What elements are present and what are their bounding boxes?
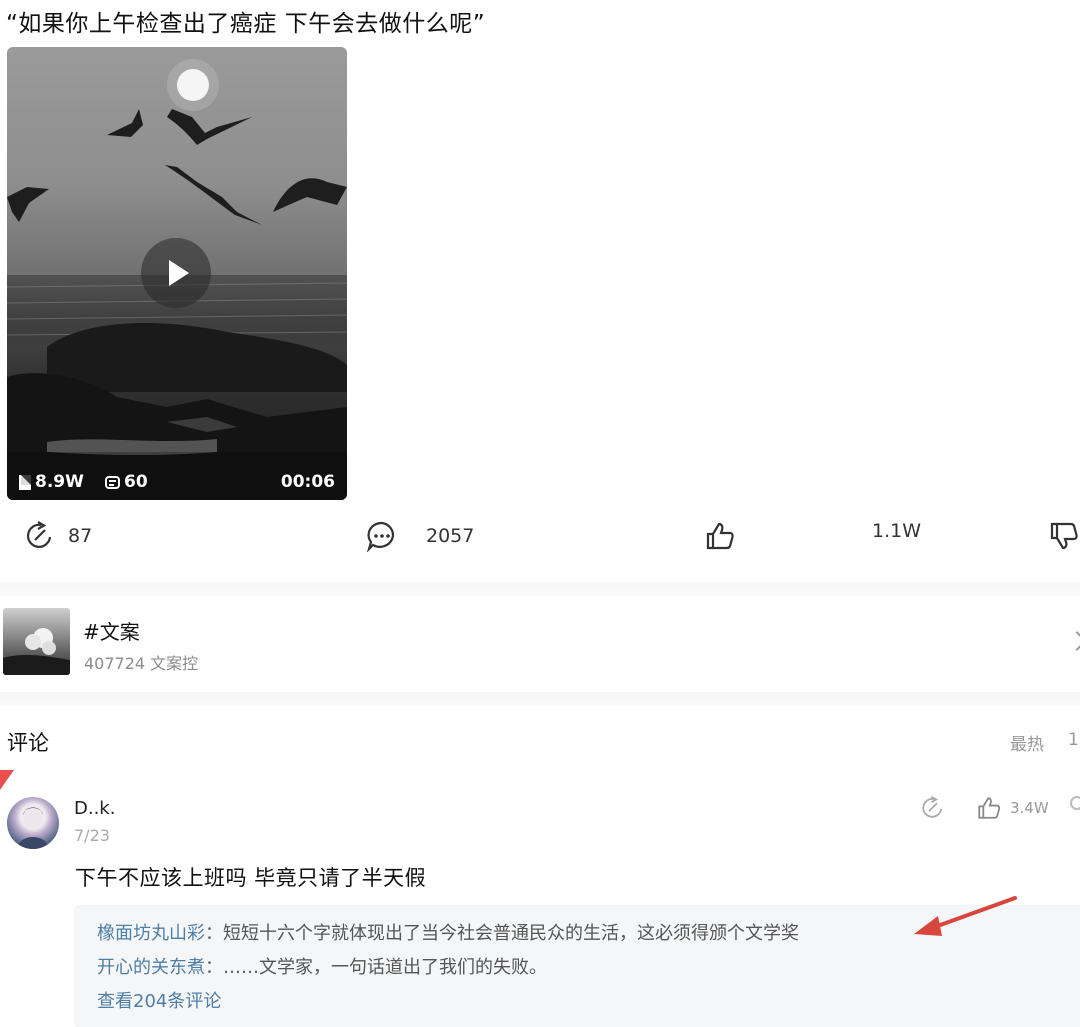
video-duration: 00:06: [280, 472, 335, 492]
annotation-arrow: [914, 896, 1017, 936]
comment-icon: [366, 521, 394, 552]
danmu-icon: [105, 475, 120, 489]
thumbs-up-icon: [978, 797, 1001, 819]
comment-like-button[interactable]: 3.4W: [976, 795, 1049, 821]
comment-text: 下午不应该上班吗 毕竟只请了半天假: [75, 866, 427, 890]
view-count: 8.9W: [19, 472, 84, 492]
comment-author[interactable]: D..k.: [74, 798, 115, 819]
comment-date: 7/23: [74, 826, 110, 845]
views-icon: [19, 474, 31, 490]
topic-image: [3, 628, 70, 675]
avatar[interactable]: [7, 797, 59, 849]
post-title: “如果你上午检查出了癌症 下午会去做什么呢”: [6, 11, 486, 37]
play-icon: [169, 260, 189, 286]
sort-extra[interactable]: 1: [1068, 730, 1079, 750]
share-icon: [922, 795, 943, 818]
reply-item: 开心的关东煮：……文学家，一句话道出了我们的失败。: [97, 957, 547, 978]
like-button[interactable]: [704, 520, 736, 552]
reply-author[interactable]: 橡面坊丸山彩: [97, 923, 205, 944]
comment-button[interactable]: 2057: [366, 520, 474, 552]
red-marker: [0, 770, 14, 790]
play-button[interactable]: [141, 238, 211, 308]
chevron-right-icon: [1067, 631, 1080, 651]
action-bar: 87 2057 1.1W: [0, 520, 1080, 564]
thumbs-up-icon: [706, 522, 734, 550]
divider: [0, 692, 1080, 706]
share-button[interactable]: 87: [24, 520, 92, 552]
topic-card[interactable]: #文案 407724 文案控: [0, 600, 1080, 690]
like-count: 1.1W: [872, 520, 922, 542]
view-all-replies-link[interactable]: 查看204条评论: [97, 987, 221, 1013]
topic-thumbnail: [3, 608, 70, 675]
reply-author[interactable]: 开心的关东煮: [97, 957, 205, 978]
sort-hot-button[interactable]: 最热: [1010, 730, 1044, 755]
divider: [0, 582, 1080, 596]
avatar-image: [17, 807, 49, 849]
comment-share-button[interactable]: [920, 795, 946, 825]
video-player[interactable]: 8.9W 60 00:06: [7, 47, 347, 500]
thumbs-down-icon: [1050, 522, 1078, 550]
dislike-button[interactable]: [1048, 520, 1080, 552]
danmu-count: 60: [105, 472, 148, 492]
topic-name: #文案: [83, 620, 140, 644]
reply-text: 短短十六个字就体现出了当今社会普通民众的生活，这必须得颁个文学奖: [223, 923, 799, 944]
comments-heading: 评论: [7, 731, 49, 755]
more-icon[interactable]: [1070, 796, 1080, 810]
topic-meta: 407724 文案控: [84, 654, 199, 673]
share-icon: [26, 521, 52, 548]
reply-item: 橡面坊丸山彩：短短十六个字就体现出了当今社会普通民众的生活，这必须得颁个文学奖: [97, 923, 799, 944]
reply-text: ……文学家，一句话道出了我们的失败。: [223, 957, 547, 978]
